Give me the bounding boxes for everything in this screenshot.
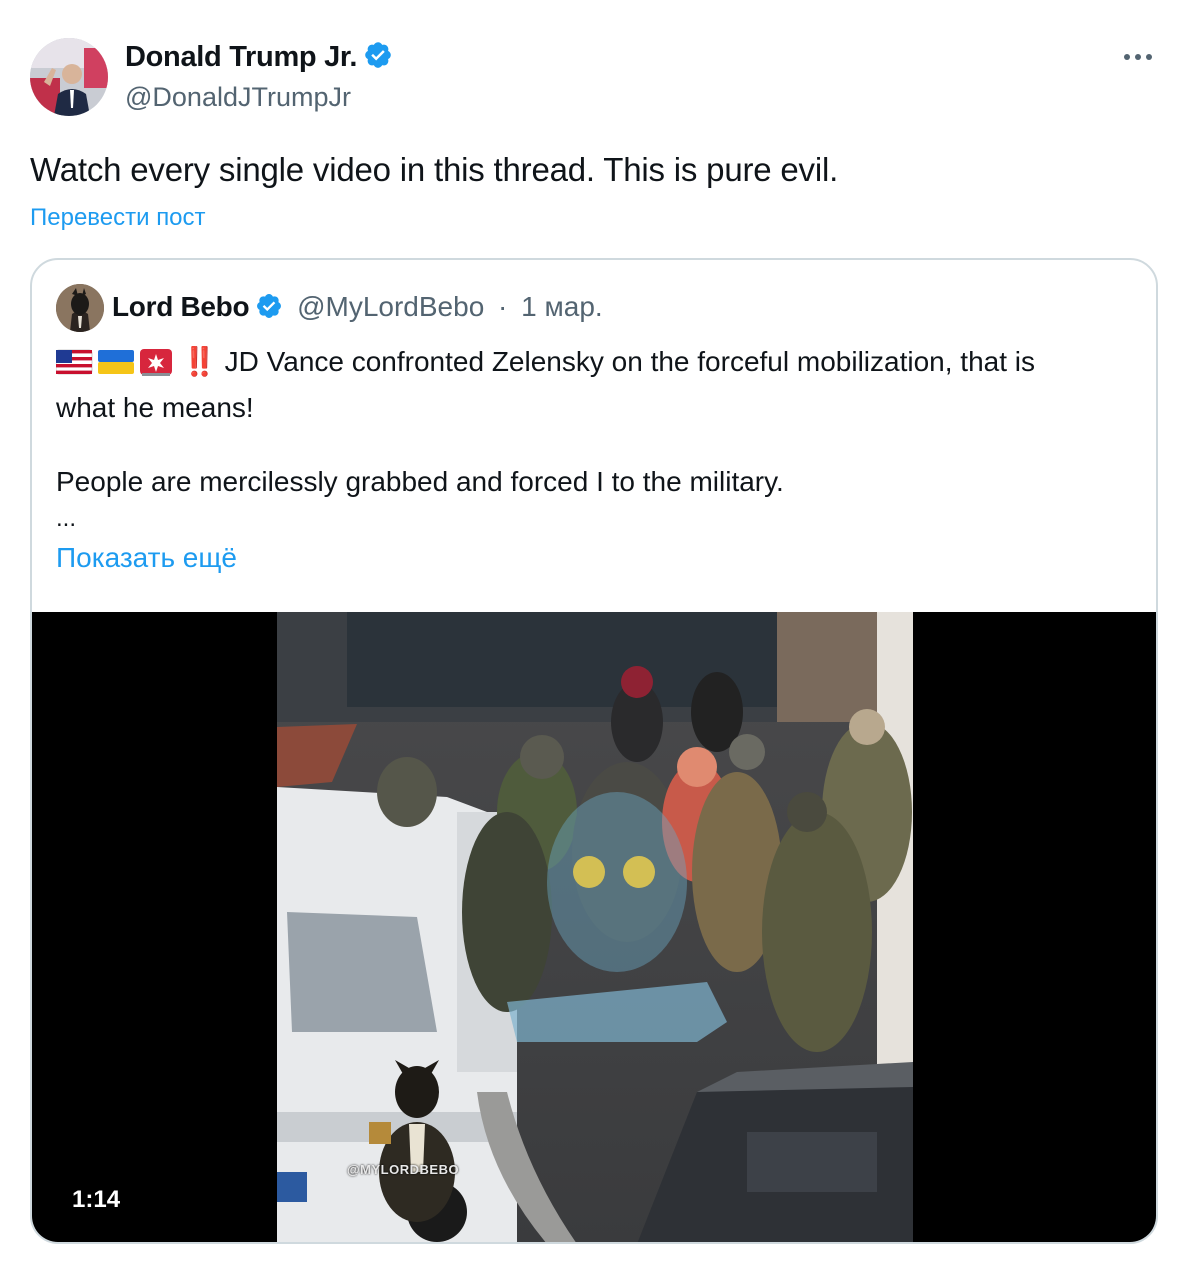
quoted-text-line1: ‼️ JD Vance confronted Zelensky on the f… bbox=[182, 346, 1035, 377]
video-duration: 1:14 bbox=[72, 1186, 121, 1213]
verified-badge-icon bbox=[363, 40, 393, 78]
header-separator: · bbox=[498, 291, 508, 322]
quoted-text-ellipsis: ... bbox=[56, 505, 77, 532]
quoted-author-name[interactable]: Lord Bebo bbox=[112, 291, 250, 322]
author-name[interactable]: Donald Trump Jr. bbox=[125, 40, 393, 78]
video-thumbnail[interactable]: @MYLORDBEBO bbox=[277, 612, 913, 1242]
author-name-text: Donald Trump Jr. bbox=[125, 41, 358, 73]
video-watermark: @MYLORDBEBO bbox=[347, 1162, 460, 1177]
quoted-text-line2: what he means! bbox=[56, 392, 254, 423]
quoted-post-card[interactable]: Lord Bebo @MyLordBebo · 1 мар. ‼️ JD Van… bbox=[30, 258, 1158, 1244]
quoted-post-text: ‼️ JD Vance confronted Zelensky on the f… bbox=[55, 342, 1136, 428]
quoted-author-avatar bbox=[56, 284, 104, 332]
show-more-link[interactable]: Показать ещё bbox=[56, 542, 237, 574]
quoted-text-paragraph2: People are mercilessly grabbed and force… bbox=[56, 466, 784, 497]
more-options-icon[interactable] bbox=[1118, 42, 1158, 72]
author-avatar[interactable] bbox=[30, 38, 108, 116]
video-player[interactable]: @MYLORDBEBO 1:14 bbox=[32, 612, 1156, 1242]
quoted-post-header: Lord Bebo @MyLordBebo · 1 мар. bbox=[112, 291, 603, 327]
quoted-post-date: 1 мар. bbox=[521, 291, 603, 322]
verified-badge-icon bbox=[255, 292, 283, 327]
quoted-author-handle: @MyLordBebo bbox=[297, 291, 485, 322]
post: Donald Trump Jr. @DonaldJTrumpJr Watch e… bbox=[0, 0, 1180, 1280]
translate-post-link[interactable]: Перевести пост bbox=[30, 204, 206, 232]
post-text: Watch every single video in this thread.… bbox=[30, 151, 839, 188]
flag-emojis-icon bbox=[55, 347, 174, 388]
author-handle[interactable]: @DonaldJTrumpJr bbox=[125, 82, 351, 113]
